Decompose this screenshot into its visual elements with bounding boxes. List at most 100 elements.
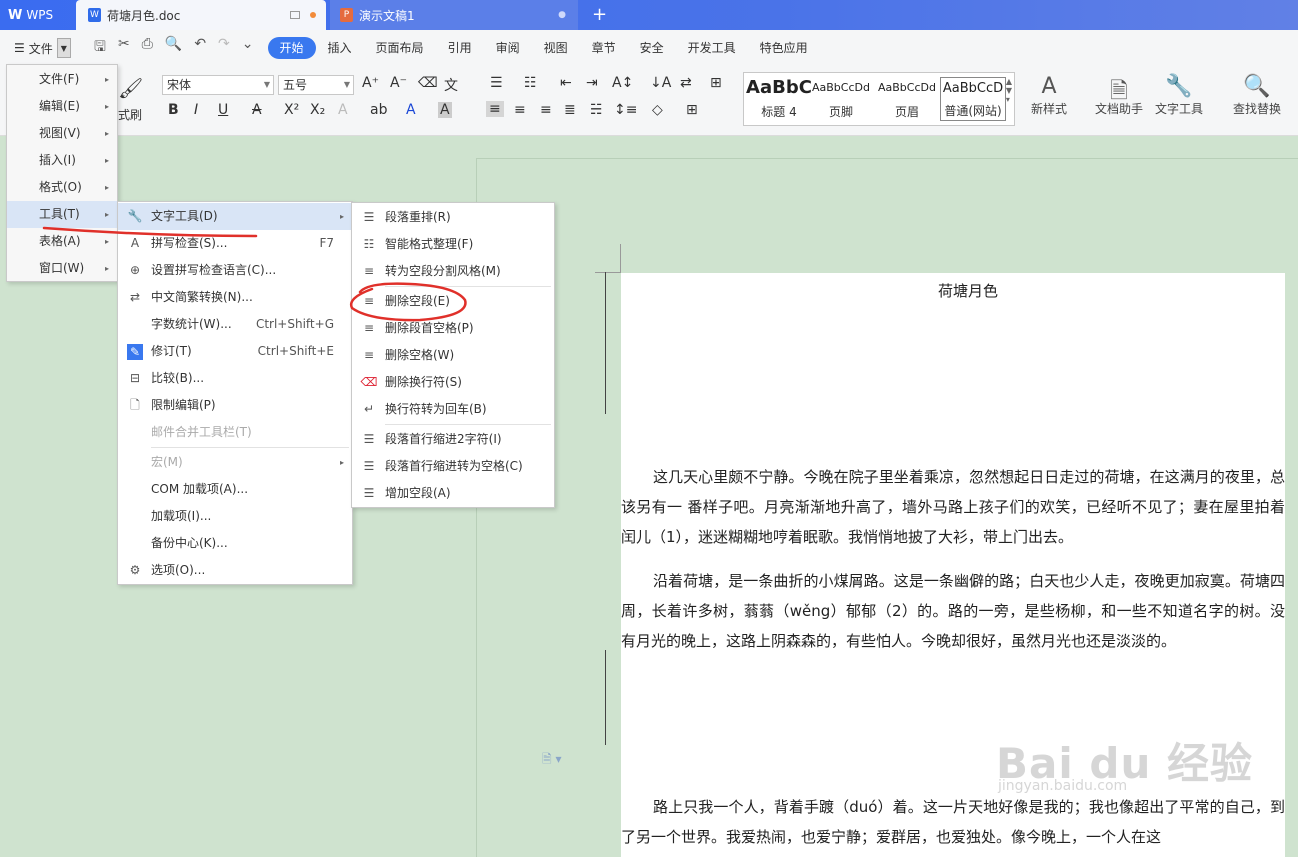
style-footer[interactable]: AaBbCcDd 页脚 [808, 77, 874, 120]
paste-brush-icon[interactable]: 🖌 [118, 76, 143, 100]
tab-developer[interactable]: 开发工具 [676, 37, 748, 59]
menu-item-backup-center[interactable]: 备份中心(K)... [118, 530, 352, 557]
menu-item-add-empty-paragraph[interactable]: ☰ 增加空段(A) [352, 480, 554, 507]
menu-item-empty-para-style[interactable]: ≡ 转为空段分割风格(M) [352, 258, 554, 285]
tab-close-icon[interactable]: ● [558, 10, 578, 20]
distribute-icon[interactable]: ☵ [590, 102, 603, 118]
shrink-font-icon[interactable]: A⁻ [390, 75, 407, 91]
print-preview-icon[interactable]: 🔍 [165, 36, 182, 60]
paragraph[interactable]: 这几天心里颇不宁静。今晚在院子里坐着乘凉，忽然想起日日走过的荷塘，在这满月的夜里… [621, 462, 1285, 552]
font-color-icon[interactable]: A [406, 102, 416, 118]
menu-item-delete-line-breaks[interactable]: ⌫ 删除换行符(S) [352, 369, 554, 396]
menu-item-delete-spaces[interactable]: ≡ 删除空格(W) [352, 342, 554, 369]
window-mode-icon[interactable] [290, 11, 300, 19]
char-shading-icon[interactable]: A [438, 102, 452, 118]
customize-icon[interactable]: ⌄ [242, 36, 254, 60]
text-tools-button[interactable]: 🔧 文字工具 [1152, 74, 1206, 117]
menu-item-chinese-convert[interactable]: ⇄ 中文简繁转换(N)... [118, 284, 352, 311]
tab-document[interactable]: W 荷塘月色.doc [76, 0, 326, 30]
menu-item-com-addins[interactable]: COM 加载项(A)... [118, 476, 352, 503]
text-direction-icon[interactable]: A↕ [612, 75, 633, 91]
menu-item-delete-empty-paragraphs[interactable]: ≡ 删除空段(E) [352, 288, 554, 315]
tab-special[interactable]: 特色应用 [748, 37, 820, 59]
menu-item-options[interactable]: ⚙ 选项(O)... [118, 557, 352, 584]
justify-icon[interactable]: ≣ [564, 102, 576, 118]
find-replace-button[interactable]: 🔍 查找替换 [1230, 74, 1284, 117]
numbered-list-icon[interactable]: ☷ [524, 75, 537, 91]
menu-item-spell-check[interactable]: A 拼写检查(S)... F7 [118, 230, 352, 257]
format-painter-icon[interactable]: ✂ [118, 36, 130, 60]
menu-item-file[interactable]: 文件(F) ▸ [7, 66, 117, 93]
superscript-icon[interactable]: X² [284, 102, 299, 118]
strikethrough-icon[interactable]: A [252, 102, 262, 118]
increase-indent-icon[interactable]: ⇥ [586, 75, 598, 91]
new-tab-button[interactable]: + [592, 4, 607, 25]
paragraph-layout-icon[interactable]: 🗎 ▾ [542, 750, 562, 771]
style-header[interactable]: AaBbCcDd 页眉 [874, 77, 940, 120]
bold-icon[interactable]: B [168, 102, 179, 118]
menu-item-indent-to-spaces[interactable]: ☰ 段落首行缩进转为空格(C) [352, 453, 554, 480]
menu-item-addins[interactable]: 加载项(I)... [118, 503, 352, 530]
undo-icon[interactable]: ↶ [194, 36, 206, 60]
menu-item-delete-leading-spaces[interactable]: ≡ 删除段首空格(P) [352, 315, 554, 342]
phonetic-icon[interactable]: 文 [444, 75, 458, 95]
doc-assistant-button[interactable]: 🗎 文档助手 [1092, 74, 1146, 117]
decrease-indent-icon[interactable]: ⇤ [560, 75, 572, 91]
align-left-icon[interactable]: ≡ [486, 101, 504, 117]
format-painter-label[interactable]: 式刷 [118, 106, 142, 123]
tab-insert[interactable]: 插入 [316, 37, 364, 59]
line-spacing-icon[interactable]: ↕≡ [614, 102, 637, 118]
wps-home-tab[interactable]: W WPS [0, 0, 72, 30]
menu-item-view[interactable]: 视图(V) ▸ [7, 120, 117, 147]
menu-item-first-line-indent[interactable]: ☰ 段落首行缩进2字符(I) [352, 426, 554, 453]
tab-references[interactable]: 引用 [436, 37, 484, 59]
tab-review[interactable]: 审阅 [484, 37, 532, 59]
highlight-icon[interactable]: ab [370, 102, 387, 118]
tab-home[interactable]: 开始 [267, 37, 316, 59]
tab-section[interactable]: 章节 [580, 37, 628, 59]
menu-item-spell-language[interactable]: ⊕ 设置拼写检查语言(C)... [118, 257, 352, 284]
menu-item-word-count[interactable]: 字数统计(W)... Ctrl+Shift+G [118, 311, 352, 338]
paragraph[interactable]: 路上只我一个人，背着手踱（duó）着。这一片天地好像是我的；我也像超出了平常的自… [621, 792, 1285, 852]
menu-item-track-changes[interactable]: ✎ 修订(T) Ctrl+Shift+E [118, 338, 352, 365]
menu-item-format[interactable]: 格式(O) ▸ [7, 174, 117, 201]
new-style-button[interactable]: A 新样式 [1024, 74, 1074, 117]
menu-item-insert[interactable]: 插入(I) ▸ [7, 147, 117, 174]
menu-item-table[interactable]: 表格(A) ▸ [7, 228, 117, 255]
style-normal-web[interactable]: AaBbCcD 普通(网站) [940, 77, 1006, 121]
menu-item-text-tools[interactable]: 🔧 文字工具(D) ▸ [118, 203, 352, 230]
borders-icon[interactable]: ⊞ [686, 102, 698, 118]
redo-icon[interactable]: ↷ [218, 36, 230, 60]
tab-page-layout[interactable]: 页面布局 [364, 37, 436, 59]
align-center-icon[interactable]: ≡ [514, 102, 526, 118]
menu-item-smart-format[interactable]: ☷ 智能格式整理(F) [352, 231, 554, 258]
subscript-icon[interactable]: X₂ [310, 102, 325, 118]
print-icon[interactable]: ⎙ [142, 36, 153, 60]
tab-security[interactable]: 安全 [628, 37, 676, 59]
table-grid-icon[interactable]: ⊞ [710, 75, 722, 91]
document-title[interactable]: 荷塘月色 [621, 280, 1298, 301]
tab-view[interactable]: 视图 [532, 37, 580, 59]
menu-item-edit[interactable]: 编辑(E) ▸ [7, 93, 117, 120]
menu-item-line-break-to-return[interactable]: ↵ 换行符转为回车(B) [352, 396, 554, 423]
menu-item-tools[interactable]: 工具(T) ▸ [7, 201, 117, 228]
bullet-list-icon[interactable]: ☰ [490, 75, 503, 91]
align-right-icon[interactable]: ≡ [540, 102, 552, 118]
italic-icon[interactable]: I [194, 102, 198, 118]
grow-font-icon[interactable]: A⁺ [362, 75, 379, 91]
menu-item-compare[interactable]: ⊟ 比较(B)... [118, 365, 352, 392]
shading-icon[interactable]: ◇ [652, 102, 663, 118]
underline-icon[interactable]: U [218, 102, 228, 118]
font-size-select[interactable]: 五号 ▼ [278, 75, 354, 95]
text-effect-icon[interactable]: A [338, 102, 348, 118]
style-heading4[interactable]: AaBbC 标题 4 [746, 77, 812, 120]
show-marks-icon[interactable]: ⇄ [680, 75, 692, 91]
sort-icon[interactable]: ↓A [650, 75, 671, 91]
tab-presentation[interactable]: P 演示文稿1 ● [330, 0, 578, 30]
menu-item-reflow-paragraphs[interactable]: ☰ 段落重排(R) [352, 204, 554, 231]
clear-format-icon[interactable]: ⌫ [418, 75, 438, 91]
menu-item-window[interactable]: 窗口(W) ▸ [7, 255, 117, 282]
menu-item-restrict-edit[interactable]: 🗋 限制编辑(P) [118, 392, 352, 419]
font-name-select[interactable]: 宋体 ▼ [162, 75, 274, 95]
save-icon[interactable]: 🖫 [94, 36, 106, 60]
